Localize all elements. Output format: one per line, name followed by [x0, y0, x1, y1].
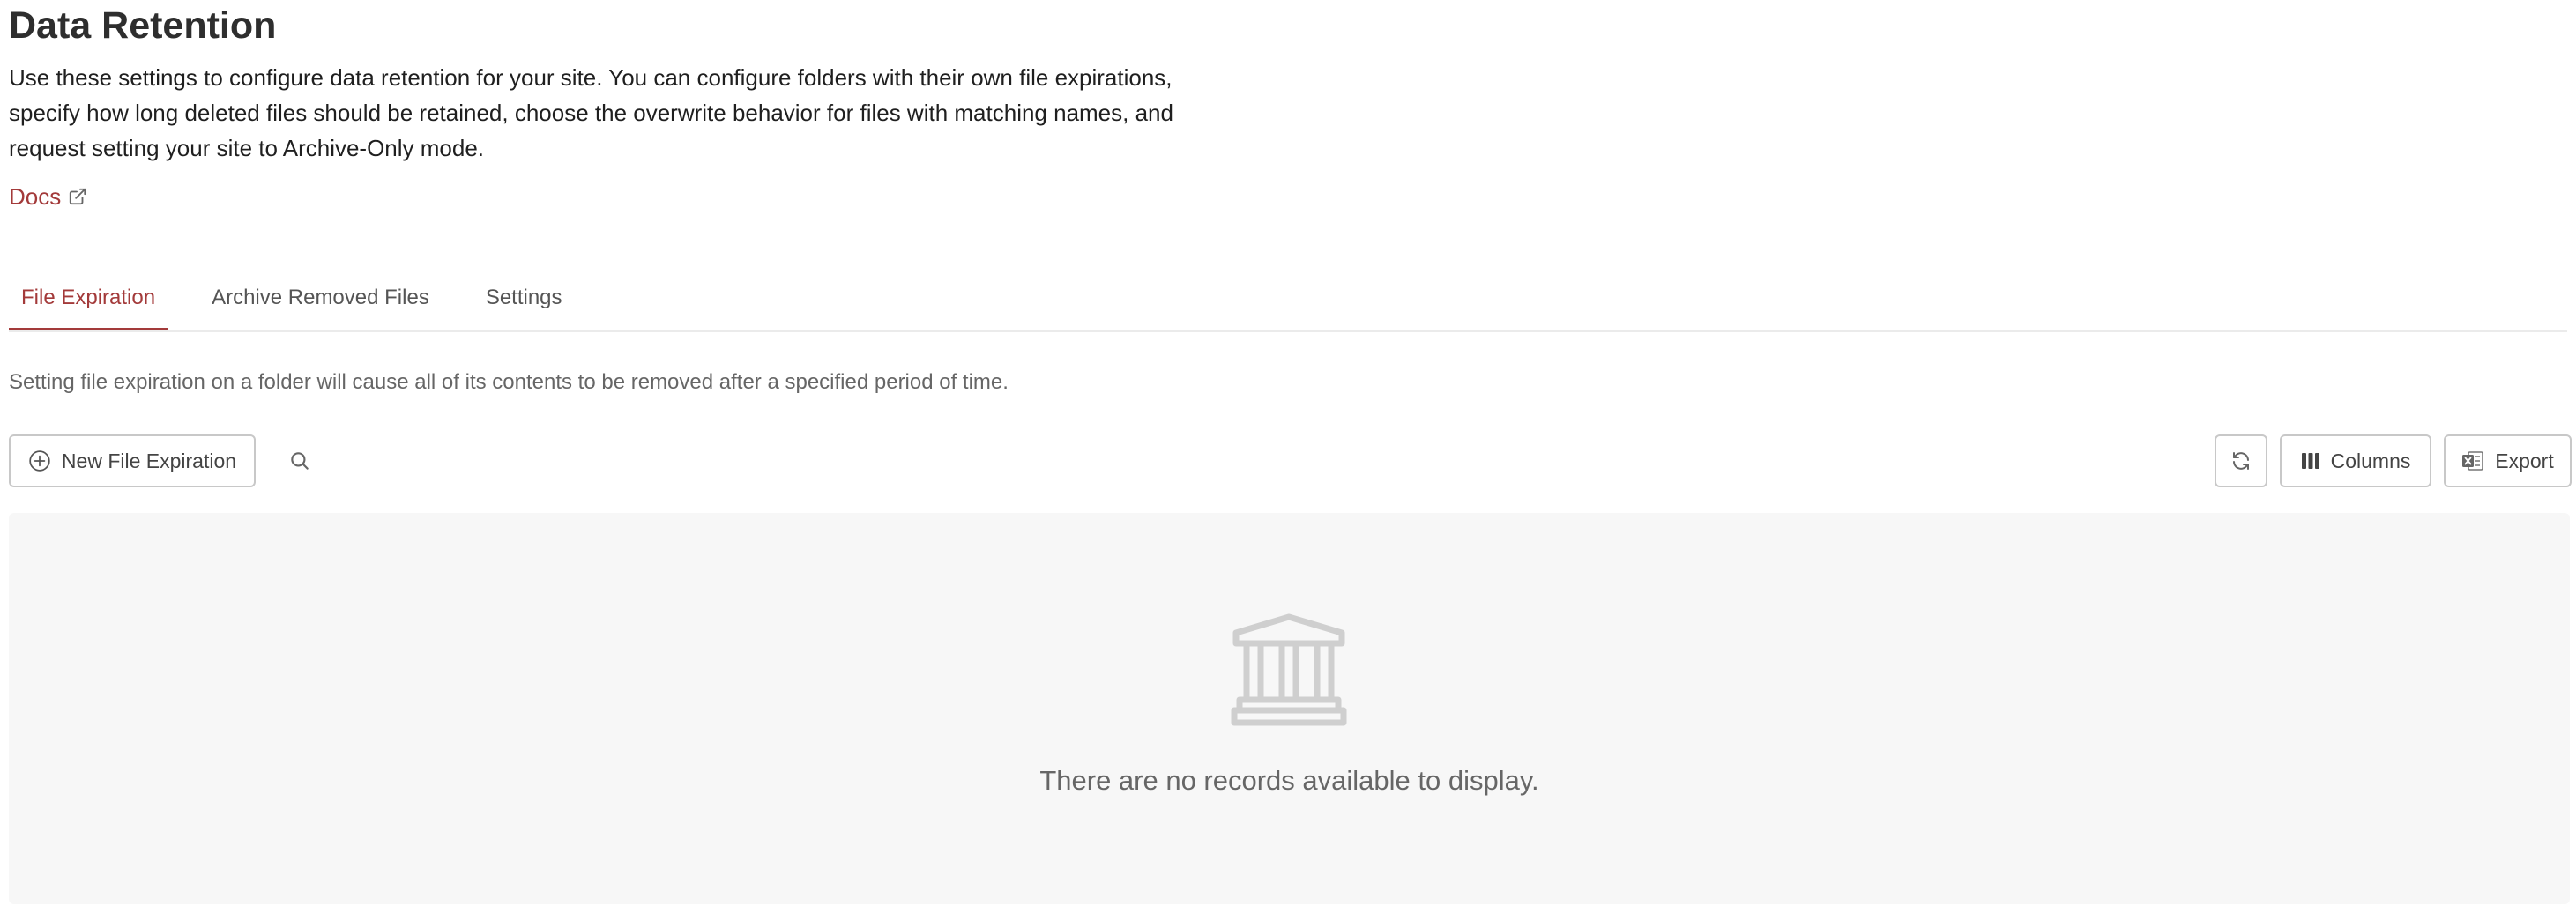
tab-bar: File Expiration Archive Removed Files Se…	[9, 264, 607, 331]
refresh-button[interactable]	[2215, 434, 2267, 487]
tab-settings[interactable]: Settings	[473, 264, 575, 331]
page-description: Use these settings to configure data ret…	[9, 64, 1173, 161]
bank-building-icon	[1231, 613, 1347, 726]
new-file-expiration-label: New File Expiration	[61, 449, 237, 472]
search-icon	[291, 452, 309, 470]
tab-archive-removed-files[interactable]: Archive Removed Files	[199, 264, 442, 331]
columns-icon	[2301, 453, 2319, 469]
tab-file-expiration[interactable]: File Expiration	[9, 264, 168, 331]
plus-circle-icon	[29, 450, 50, 472]
export-button[interactable]: Export	[2444, 434, 2572, 487]
external-link-icon	[70, 188, 86, 205]
data-retention-page: Data Retention Use these settings to con…	[0, 0, 2576, 906]
docs-link[interactable]: Docs	[9, 179, 87, 214]
refresh-icon	[2233, 452, 2249, 470]
search-button[interactable]	[284, 445, 316, 477]
export-button-label: Export	[2495, 449, 2554, 472]
tabs-divider	[9, 330, 2567, 332]
empty-state-message: There are no records available to displa…	[1039, 765, 1539, 796]
columns-button[interactable]: Columns	[2280, 434, 2431, 487]
new-file-expiration-button[interactable]: New File Expiration	[9, 434, 256, 487]
empty-state-panel: There are no records available to displa…	[9, 513, 2570, 904]
page-title: Data Retention	[9, 4, 277, 47]
docs-link-label: Docs	[9, 183, 62, 210]
columns-button-label: Columns	[2330, 449, 2411, 472]
file-expiration-help-text: Setting file expiration on a folder will…	[9, 370, 1009, 394]
excel-export-icon	[2462, 451, 2484, 471]
